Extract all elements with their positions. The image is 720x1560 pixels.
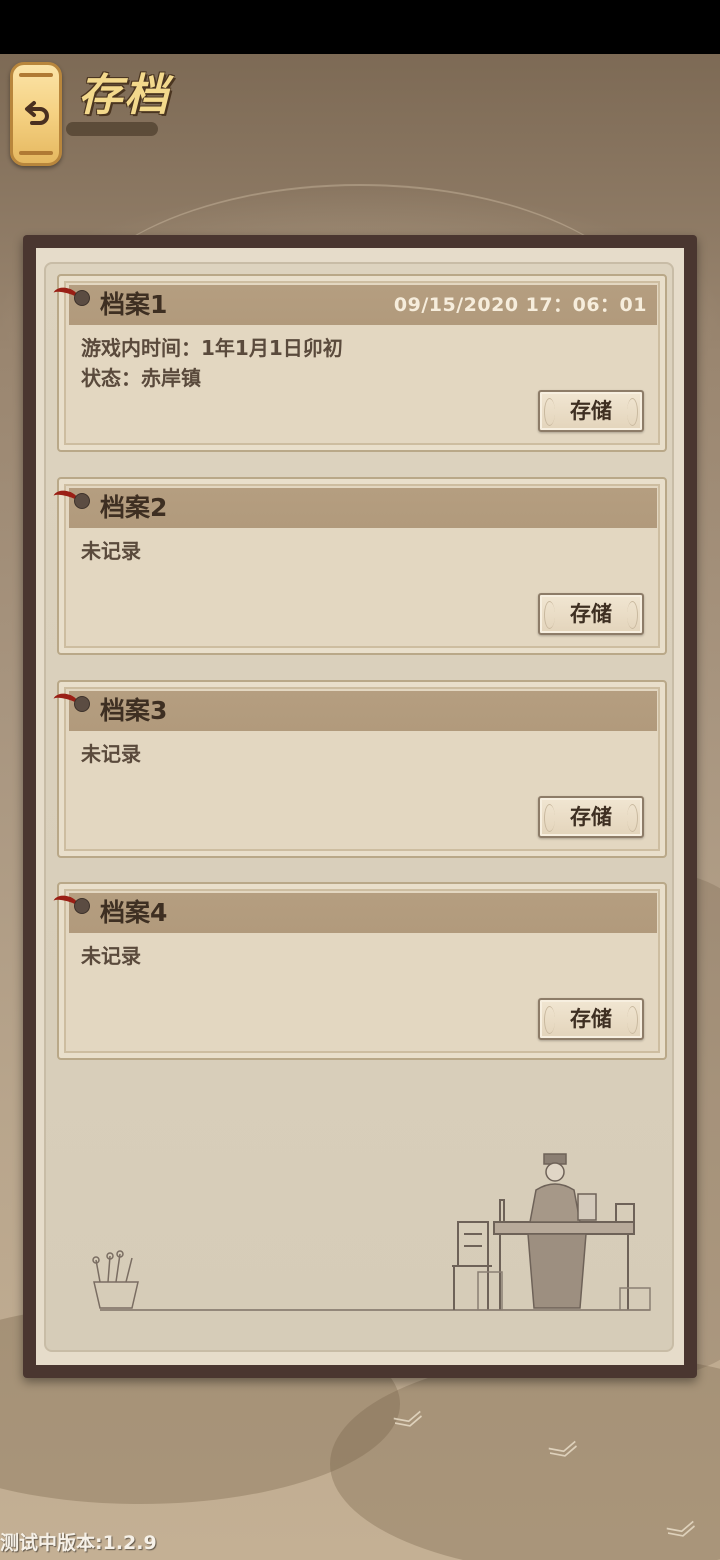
box-icon (619, 1287, 651, 1311)
save-button[interactable]: 存储 (538, 796, 644, 838)
pin-icon (74, 696, 90, 712)
back-arrow-icon (25, 101, 49, 125)
save-button[interactable]: 存储 (538, 593, 644, 635)
slot-timestamp: 09/15/2020 17：06：01 (393, 294, 647, 316)
slot-title: 档案1 (100, 290, 168, 319)
chair-icon (452, 1221, 492, 1310)
page-title: 存档 (78, 70, 170, 121)
scroll-basket-icon (92, 1250, 139, 1309)
save-button[interactable]: 存储 (538, 998, 644, 1040)
save-slot-1[interactable]: 档案1 09/15/2020 17：06：01 游戏内时间：1年1月1日卯初 状… (51, 274, 667, 452)
save-slot-4[interactable]: 档案4 未记录 存储 (51, 882, 667, 1060)
slot-status: 状态：赤岸镇 (81, 366, 201, 390)
version-label: 测试中版本:1.2.9 (0, 1532, 157, 1554)
slot-game-time: 游戏内时间：1年1月1日卯初 (81, 336, 343, 360)
save-button[interactable]: 存储 (538, 390, 644, 432)
slot-empty-label: 未记录 (81, 742, 141, 766)
save-slot-2[interactable]: 档案2 未记录 存储 (51, 477, 667, 655)
box-icon (477, 1271, 503, 1311)
scholar-illustration (92, 1153, 651, 1311)
save-slot-3[interactable]: 档案3 未记录 存储 (51, 680, 667, 858)
pin-icon (74, 898, 90, 914)
pin-icon (74, 290, 90, 306)
slot-title: 档案2 (100, 493, 168, 522)
slot-empty-label: 未记录 (81, 539, 141, 563)
slot-empty-label: 未记录 (81, 944, 141, 968)
slot-title: 档案4 (100, 898, 168, 927)
slot-title: 档案3 (100, 696, 168, 725)
back-button[interactable] (10, 62, 62, 166)
pin-icon (74, 493, 90, 509)
status-bar (0, 0, 720, 54)
